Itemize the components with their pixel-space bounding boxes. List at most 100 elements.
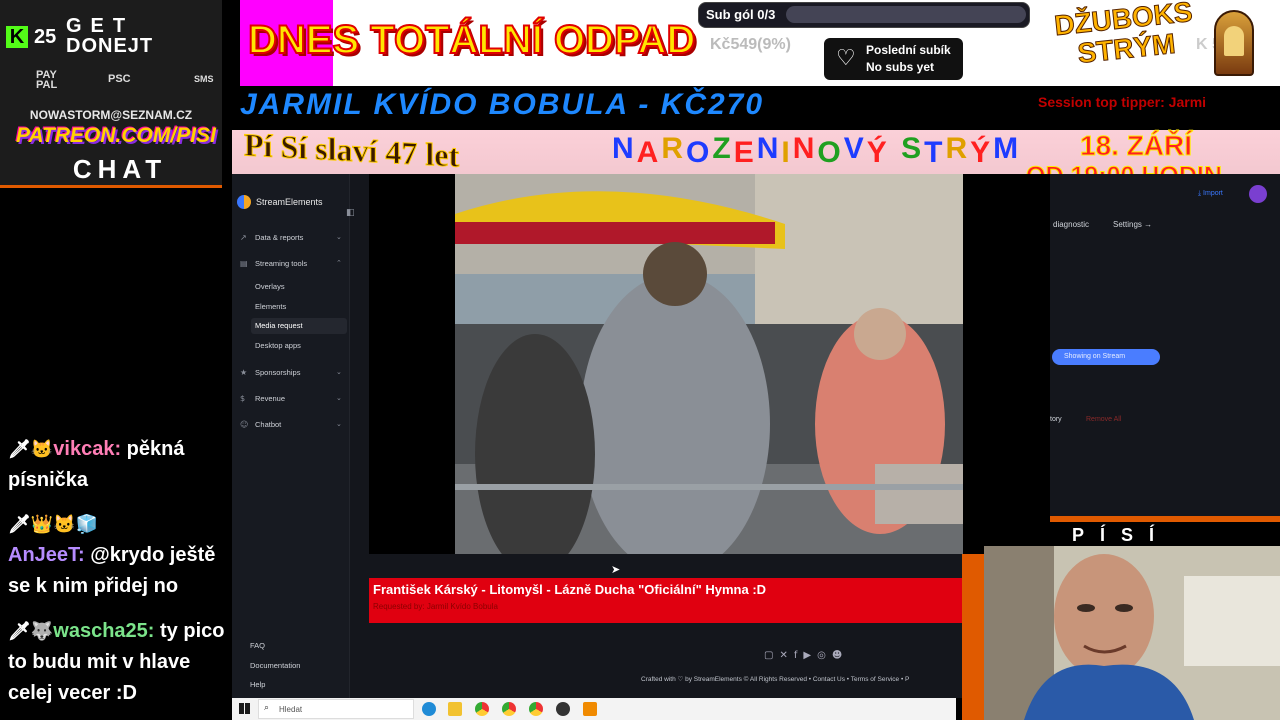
vlc-icon[interactable]: [583, 702, 597, 716]
obs-icon[interactable]: [556, 702, 570, 716]
chat-badges: 🗡🐺: [8, 621, 54, 641]
footer-documentation[interactable]: Documentation: [250, 661, 300, 670]
sub-goal-label: Sub gól 0/3: [706, 7, 776, 22]
chat-colon: :: [78, 544, 85, 566]
birthday-title-letter: O: [686, 136, 713, 169]
dollar-icon: $: [240, 394, 246, 403]
media-video-player[interactable]: [455, 174, 963, 554]
session-top-tipper: Session top tipper: Jarmi: [1038, 94, 1207, 110]
nav-revenue[interactable]: Revenue: [255, 394, 285, 403]
chrome-icon[interactable]: [502, 702, 516, 716]
twitch-icon[interactable]: ▢: [764, 650, 779, 661]
collapse-sidebar-icon[interactable]: ◧: [346, 208, 355, 218]
chart-icon: ↗: [240, 233, 247, 242]
birthday-title-letter: Ý: [866, 136, 890, 169]
birthday-title-letter: E: [733, 136, 757, 169]
donate-email: NOWASTORM@SEZNAM.CZ: [29, 108, 193, 122]
nav-overlays[interactable]: Overlays: [255, 282, 285, 291]
se-brand-name[interactable]: StreamElements: [256, 197, 323, 207]
birthday-title-letter: Ý: [970, 136, 994, 169]
windows-start-icon[interactable]: [239, 703, 250, 714]
heart-icon: ♡: [836, 46, 856, 71]
last-sub-value: No subs yet: [866, 60, 935, 74]
kick-logo-icon: K: [6, 26, 28, 48]
webcam-scene: [984, 546, 1280, 720]
import-link[interactable]: ⤓ Import: [1198, 190, 1223, 198]
birthday-title-letter: A: [636, 136, 662, 169]
video-letterbox-right: [963, 174, 1050, 554]
star-icon: ★: [240, 368, 248, 377]
x-icon[interactable]: ✕: [779, 650, 793, 661]
chat-message: 🗡🐺wascha25: ty pico to budu mit v hlave …: [8, 616, 236, 709]
get-donejt-label: GET DONEJT: [66, 16, 153, 56]
birthday-title-letter: N: [612, 132, 637, 165]
chrome-icon[interactable]: [529, 702, 543, 716]
se-sidebar: [232, 174, 350, 698]
history-tab[interactable]: tory: [1050, 416, 1062, 423]
bot-icon: ☺: [240, 420, 249, 429]
streamelements-logo-icon: [237, 195, 251, 209]
birthday-title-letter: V: [843, 132, 867, 165]
chevron-down-icon[interactable]: ⌄: [336, 368, 342, 376]
diagnostic-link[interactable]: diagnostic: [1053, 220, 1089, 229]
chat-badges: 🗡👑🐱🧊: [8, 514, 99, 534]
patreon-link: PATREON.COM/PISI: [16, 124, 216, 147]
nav-streaming-tools[interactable]: Streaming tools: [255, 259, 307, 268]
jukebox-icon: [1214, 10, 1254, 76]
now-playing-title: František Kárský - Litomyšl - Lázně Duch…: [373, 582, 767, 597]
chevron-down-icon[interactable]: ⌄: [336, 394, 342, 402]
birthday-title-letter: R: [945, 132, 971, 165]
footer-credits: Crafted with ♡ by StreamElements © All R…: [641, 676, 910, 683]
chat-username[interactable]: wascha25: [53, 620, 148, 642]
file-explorer-icon[interactable]: [448, 702, 462, 716]
birthday-title-letter: Z: [712, 132, 734, 165]
nav-data-reports[interactable]: Data & reports: [255, 233, 303, 242]
nav-elements[interactable]: Elements: [255, 302, 286, 311]
youtube-icon[interactable]: ▶: [803, 650, 817, 661]
taskbar-search-input[interactable]: Hledat: [258, 699, 414, 719]
banner-title: DNES TOTÁLNÍ ODPAD: [247, 17, 696, 63]
birthday-title-letter: [890, 132, 901, 166]
footer-help[interactable]: Help: [250, 680, 265, 689]
video-scene: [455, 174, 963, 554]
nav-media-request[interactable]: Media request: [255, 321, 303, 330]
showing-on-stream-button[interactable]: Showing on Stream: [1052, 349, 1160, 365]
social-icons: ▢✕f▶◎☻: [764, 650, 848, 661]
nav-sponsorships[interactable]: Sponsorships: [255, 368, 300, 377]
instagram-icon[interactable]: ◎: [817, 650, 832, 661]
edge-icon[interactable]: [422, 702, 436, 716]
now-playing-requester: Requested by: Jarmil Kvído Bobula: [373, 602, 498, 611]
last-sub-title: Poslední subík: [866, 43, 951, 57]
chat-username[interactable]: vikcak: [53, 438, 114, 460]
user-avatar[interactable]: [1249, 185, 1267, 203]
birthday-title-letter: O: [817, 136, 844, 169]
birthday-title-letter: I: [781, 136, 793, 169]
chat-username[interactable]: AnJeeT: [8, 544, 78, 566]
get-label: GET: [66, 15, 135, 37]
settings-link[interactable]: Settings →: [1113, 220, 1152, 229]
chat-message: 🗡👑🐱🧊 AnJeeT: @krydo ještě se k nim přidej…: [8, 509, 236, 602]
chat-message: 🗡🐱vikcak: pěkná písnička: [8, 434, 236, 496]
donejt-label: DONEJT: [66, 35, 154, 57]
birthday-title-letter: M: [993, 132, 1022, 165]
nav-desktop-apps[interactable]: Desktop apps: [255, 341, 301, 350]
footer-faq[interactable]: FAQ: [250, 641, 265, 650]
mouse-cursor-icon: ➤: [611, 563, 621, 576]
sms-logo: SMS: [194, 74, 214, 84]
birthday-stream-title: NAROZENINOVÝ STRÝM: [612, 132, 1022, 169]
chevron-down-icon[interactable]: ⌄: [336, 420, 342, 428]
webcam-feed: [984, 546, 1280, 720]
psc-logo: PSC: [108, 73, 131, 85]
goal-amount-faded: Kč549(9%): [710, 36, 791, 53]
chrome-icon[interactable]: [475, 702, 489, 716]
discord-icon[interactable]: ☻: [832, 650, 848, 661]
remove-all-button[interactable]: Remove All: [1086, 416, 1121, 423]
tools-icon: ▤: [240, 259, 248, 268]
kick-viewer-count: 25: [34, 26, 57, 48]
birthday-title-letter: N: [756, 132, 782, 165]
nav-chatbot[interactable]: Chatbot: [255, 420, 281, 429]
chevron-down-icon[interactable]: ⌄: [336, 233, 342, 241]
chat-heading: CHAT: [72, 154, 168, 184]
chevron-up-icon[interactable]: ⌃: [336, 259, 342, 267]
facebook-icon[interactable]: f: [794, 650, 804, 661]
